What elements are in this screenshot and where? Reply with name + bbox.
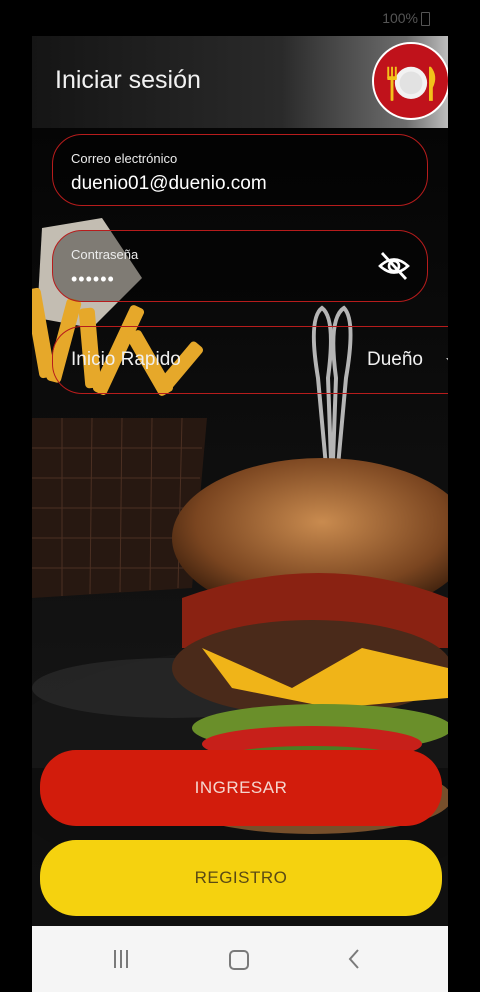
app-header: Iniciar sesión (32, 36, 448, 128)
recent-apps-icon[interactable] (114, 950, 130, 968)
eye-off-icon[interactable] (377, 249, 411, 283)
battery-icon (421, 12, 430, 26)
email-field[interactable]: Correo electrónico duenio01@duenio.com (52, 134, 428, 206)
quick-login-label: Inicio Rapido (71, 349, 181, 370)
battery-percentage: 100% (382, 10, 418, 26)
system-navigation-bar (32, 926, 448, 992)
dropdown-arrow-icon[interactable] (446, 358, 448, 364)
page-title: Iniciar sesión (55, 66, 201, 94)
home-icon[interactable] (229, 950, 249, 970)
password-input[interactable]: •••••• (71, 269, 115, 290)
register-button[interactable]: REGISTRO (40, 840, 442, 916)
password-field[interactable]: Contraseña •••••• (52, 230, 428, 302)
plate-fork-knife-icon (372, 42, 448, 120)
email-label: Correo electrónico (71, 151, 178, 166)
status-bar: 100% (0, 0, 480, 36)
password-label: Contraseña (71, 247, 139, 262)
login-screen: Iniciar sesión Correo electrónico duenio… (32, 36, 448, 926)
quick-login-select[interactable]: Dueño (367, 349, 423, 371)
back-icon[interactable] (347, 948, 361, 970)
quick-login-field[interactable]: Inicio Rapido Dueño (52, 326, 448, 394)
email-input[interactable]: duenio01@duenio.com (71, 173, 267, 195)
login-button[interactable]: INGRESAR (40, 750, 442, 826)
